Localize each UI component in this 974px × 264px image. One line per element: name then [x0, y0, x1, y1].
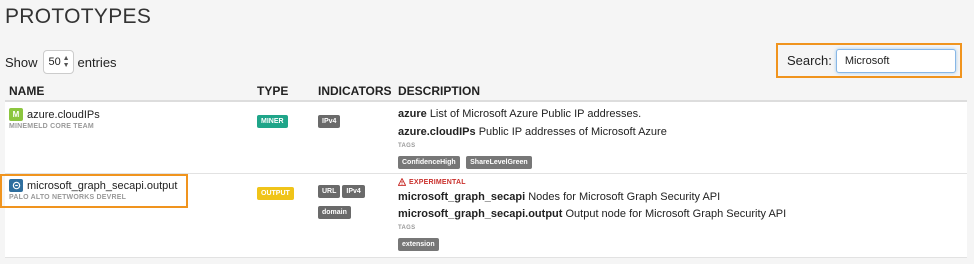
indicator-badge: URL [318, 185, 341, 198]
tags-list: extension [398, 233, 786, 251]
type-cell: MINER [257, 110, 288, 128]
description-text: Nodes for Microsoft Graph Security API [528, 191, 721, 203]
experimental-label: EXPERIMENTAL [409, 178, 466, 186]
experimental-warning: EXPERIMENTAL [398, 178, 786, 186]
indicator-badge: IPv4 [318, 115, 341, 128]
author-label: MINEMELD CORE TEAM [9, 123, 94, 130]
type-badge: MINER [257, 115, 288, 128]
tag-badge[interactable]: extension [398, 238, 439, 251]
search-input[interactable] [835, 48, 956, 73]
entries-length-menu: Show 50 ▲ ▼ entries [5, 50, 117, 74]
description-text: Public IP addresses of Microsoft Azure [478, 126, 667, 138]
description-cell: EXPERIMENTAL microsoft_graph_secapi Node… [398, 178, 786, 251]
tag-badge[interactable]: ShareLevelGreen [466, 156, 532, 169]
name-cell: microsoft_graph_secapi.output PALO ALTO … [9, 179, 177, 201]
tags-label: TAGS [398, 143, 416, 149]
description-key: microsoft_graph_secapi [398, 191, 526, 203]
column-header-name[interactable]: NAME [9, 84, 44, 98]
prototype-name-link[interactable]: microsoft_graph_secapi.output [27, 180, 177, 192]
entries-label: entries [77, 54, 117, 70]
description-text: Output node for Microsoft Graph Security… [565, 208, 787, 220]
type-badge: OUTPUT [257, 187, 294, 200]
description-key: microsoft_graph_secapi.output [398, 208, 563, 220]
name-cell: M azure.cloudIPs MINEMELD CORE TEAM [9, 108, 100, 130]
table-header: NAME TYPE INDICATORS DESCRIPTION [5, 80, 967, 102]
tags-label: TAGS [398, 225, 416, 231]
prototype-name-link[interactable]: azure.cloudIPs [27, 109, 100, 121]
page-title: PROTOTYPES [5, 5, 152, 28]
miner-icon: M [9, 108, 23, 121]
column-header-description[interactable]: DESCRIPTION [398, 84, 480, 98]
description-key: azure [398, 108, 427, 120]
tags-list: ConfidenceHigh ShareLevelGreen [398, 151, 667, 169]
description-cell: azure List of Microsoft Azure Public IP … [398, 108, 667, 169]
table-row[interactable]: M azure.cloudIPs MINEMELD CORE TEAM MINE… [5, 102, 967, 174]
output-node-icon [9, 179, 23, 192]
entries-select[interactable]: 50 ▲ ▼ [42, 50, 74, 74]
description-line: microsoft_graph_secapi Nodes for Microso… [398, 191, 786, 203]
author-label: PALO ALTO NETWORKS DEVREL [9, 194, 127, 201]
description-text: List of Microsoft Azure Public IP addres… [429, 108, 642, 120]
prototypes-table: NAME TYPE INDICATORS DESCRIPTION M azure… [5, 80, 967, 258]
description-line: azure List of Microsoft Azure Public IP … [398, 108, 667, 120]
description-line: microsoft_graph_secapi.output Output nod… [398, 208, 786, 220]
updown-caret-icon: ▲ ▼ [62, 55, 70, 69]
table-row[interactable]: microsoft_graph_secapi.output PALO ALTO … [5, 174, 967, 258]
type-cell: OUTPUT [257, 182, 294, 200]
description-key: azure.cloudIPs [398, 126, 476, 138]
warning-icon [398, 178, 406, 186]
search-highlight-box: Search: [776, 43, 962, 78]
column-header-indicators[interactable]: INDICATORS [318, 84, 392, 98]
entries-select-value: 50 [48, 56, 61, 68]
show-label: Show [5, 54, 38, 70]
search-label: Search: [787, 53, 832, 68]
column-header-type[interactable]: TYPE [257, 84, 288, 98]
indicator-badge: IPv4 [342, 185, 365, 198]
indicators-cell: URL IPv4 domain [318, 180, 378, 222]
tag-badge[interactable]: ConfidenceHigh [398, 156, 460, 169]
indicators-cell: IPv4 [318, 110, 342, 131]
indicator-badge: domain [318, 206, 351, 219]
description-line: azure.cloudIPs Public IP addresses of Mi… [398, 126, 667, 138]
